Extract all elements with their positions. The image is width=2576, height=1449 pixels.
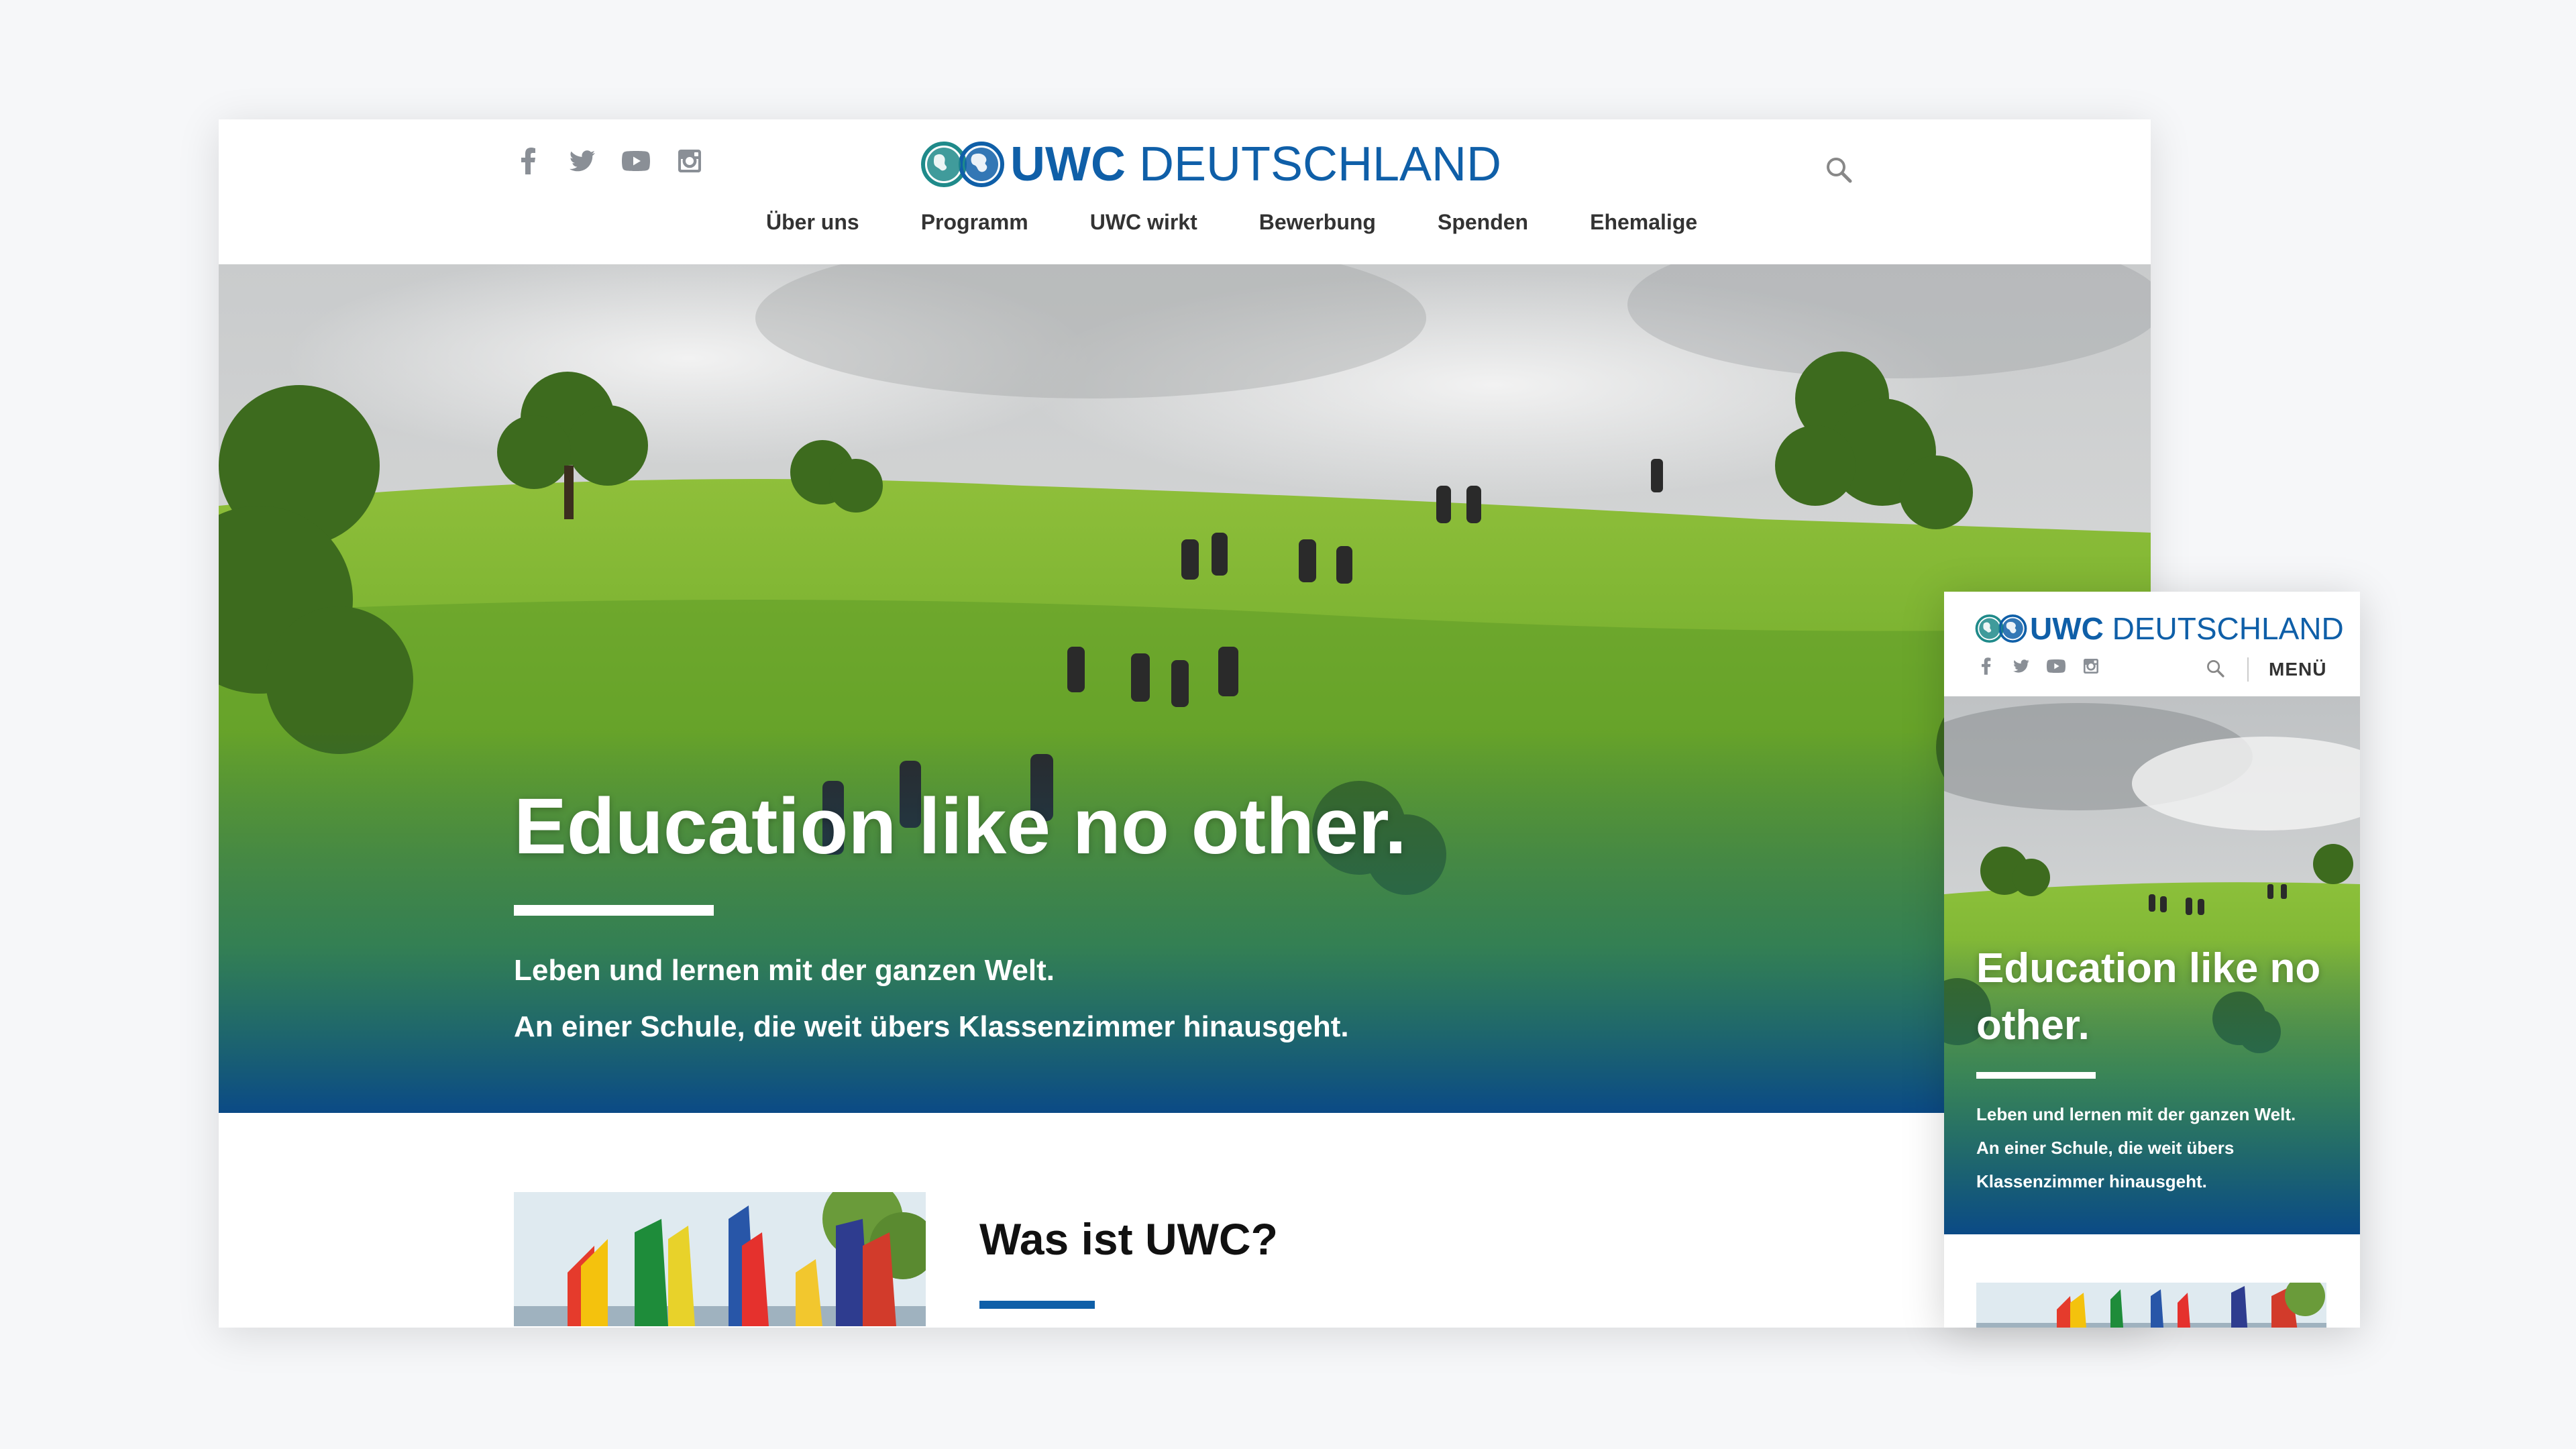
hero-subtitle-line1: Leben und lernen mit der ganzen Welt. xyxy=(1976,1104,2296,1124)
flags-image xyxy=(514,1192,926,1326)
mobile-hero-section: Education like no other. Leben und lerne… xyxy=(1944,696,2360,1234)
youtube-icon[interactable] xyxy=(621,146,651,176)
hero-subtitle-line2: An einer Schule, die weit übers xyxy=(1976,1138,2235,1158)
nav-item-uwc-wirkt[interactable]: UWC wirkt xyxy=(1059,210,1228,235)
section-title-underline xyxy=(979,1301,1095,1309)
mobile-intro-section xyxy=(1944,1234,2360,1328)
main-nav: Über uns Programm UWC wirkt Bewerbung Sp… xyxy=(735,210,1728,235)
hero-title-underline xyxy=(514,905,714,916)
intro-section: Was ist UWC? xyxy=(219,1113,2151,1328)
logo-wordmark: UWC DEUTSCHLAND xyxy=(1010,138,1502,191)
twitter-icon[interactable] xyxy=(568,146,597,176)
mobile-site-logo[interactable]: UWC DEUTSCHLAND xyxy=(1975,610,2344,647)
hero-title-underline xyxy=(1976,1072,2096,1079)
site-header: UWC DEUTSCHLAND Über uns Programm UWC wi… xyxy=(219,119,2151,264)
youtube-icon[interactable] xyxy=(2046,656,2066,676)
facebook-icon[interactable] xyxy=(514,146,543,176)
flags-image xyxy=(1976,1283,2326,1328)
menu-button[interactable]: MENÜ xyxy=(2269,659,2326,680)
hero-title-line2: other. xyxy=(1976,1002,2090,1049)
globe-logo-icon xyxy=(1975,614,2027,643)
nav-item-ehemalige[interactable]: Ehemalige xyxy=(1559,210,1728,235)
nav-item-programm[interactable]: Programm xyxy=(890,210,1059,235)
globe-logo-icon xyxy=(921,142,1004,187)
hero-subtitle-line2: An einer Schule, die weit übers Klassenz… xyxy=(514,1010,1349,1043)
hero-section: Education like no other. Leben und lerne… xyxy=(219,264,2151,1113)
hero-subtitle-line3: Klassenzimmer hinausgeht. xyxy=(1976,1171,2207,1191)
nav-item-ueber-uns[interactable]: Über uns xyxy=(735,210,890,235)
instagram-icon[interactable] xyxy=(2081,656,2101,676)
site-logo[interactable]: UWC DEUTSCHLAND xyxy=(920,137,1501,192)
facebook-icon[interactable] xyxy=(1976,656,1996,676)
hero-title: Education like no other. xyxy=(514,782,1407,871)
mobile-social-links xyxy=(1976,656,2101,676)
desktop-mockup: UWC DEUTSCHLAND Über uns Programm UWC wi… xyxy=(219,119,2151,1328)
mobile-header: UWC DEUTSCHLAND MENÜ xyxy=(1944,592,2360,696)
nav-item-bewerbung[interactable]: Bewerbung xyxy=(1228,210,1407,235)
mobile-mockup: UWC DEUTSCHLAND MENÜ Education like no o… xyxy=(1944,592,2360,1328)
instagram-icon[interactable] xyxy=(675,146,704,176)
header-divider xyxy=(2247,657,2249,682)
twitter-icon[interactable] xyxy=(2011,656,2031,676)
social-links xyxy=(514,146,704,176)
search-icon[interactable] xyxy=(2206,659,2229,682)
hero-title-line1: Education like no xyxy=(1976,945,2321,991)
section-title: Was ist UWC? xyxy=(979,1214,1278,1264)
nav-item-spenden[interactable]: Spenden xyxy=(1407,210,1559,235)
logo-wordmark: UWC DEUTSCHLAND xyxy=(2030,611,2344,646)
hero-subtitle-line1: Leben und lernen mit der ganzen Welt. xyxy=(514,954,1055,987)
search-icon[interactable] xyxy=(1825,156,1862,193)
hero-landscape-image xyxy=(219,264,2151,1113)
